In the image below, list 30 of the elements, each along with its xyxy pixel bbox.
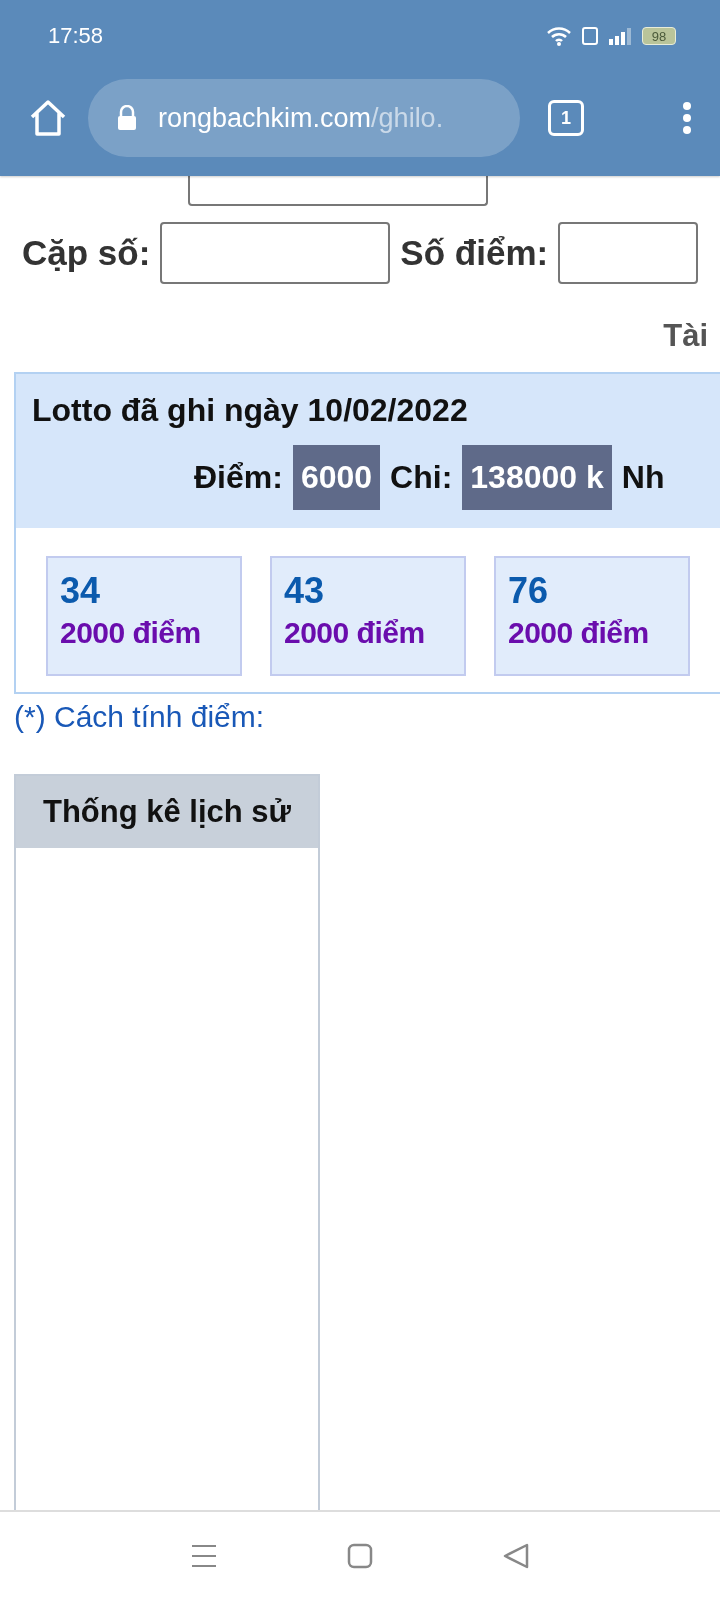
cost-label: Chi: <box>390 459 453 496</box>
lotto-number: 34 <box>60 570 102 612</box>
menu-icon[interactable] <box>191 1544 217 1568</box>
more-menu-button[interactable] <box>682 101 692 135</box>
home-icon[interactable] <box>28 99 68 137</box>
points-label: Số điểm: <box>400 233 549 273</box>
back-icon[interactable] <box>503 1543 529 1569</box>
points-total-value: 6000 <box>292 445 381 510</box>
status-time: 17:58 <box>48 23 104 49</box>
account-link[interactable]: Tài <box>663 318 708 354</box>
lotto-points: 2000 điểm <box>284 616 426 650</box>
lotto-number: 76 <box>508 570 550 612</box>
signal-icon <box>608 27 632 45</box>
lotto-points: 2000 điểm <box>60 616 202 650</box>
tab-count-button[interactable]: 1 <box>548 100 584 136</box>
pair-field[interactable] <box>160 222 391 284</box>
lotto-number: 43 <box>284 570 326 612</box>
points-field[interactable] <box>558 222 699 284</box>
lotto-points: 2000 điểm <box>508 616 650 650</box>
date-field[interactable] <box>188 176 488 206</box>
pair-label: Cặp số: <box>22 233 151 273</box>
home-square-icon[interactable] <box>347 1543 373 1569</box>
table-header: Thống kê lịch sử <box>16 776 318 848</box>
stat-label: Nh <box>621 459 665 496</box>
points-total-label: Điểm: <box>194 459 283 496</box>
scoring-link[interactable]: (*) Cách tính điểm: <box>14 700 720 734</box>
cost-value: 138000 k <box>462 445 612 510</box>
battery-icon: 98 <box>642 27 676 45</box>
wifi-icon <box>546 26 572 46</box>
panel-title: Lotto đã ghi ngày 10/02/2022 <box>32 392 469 429</box>
